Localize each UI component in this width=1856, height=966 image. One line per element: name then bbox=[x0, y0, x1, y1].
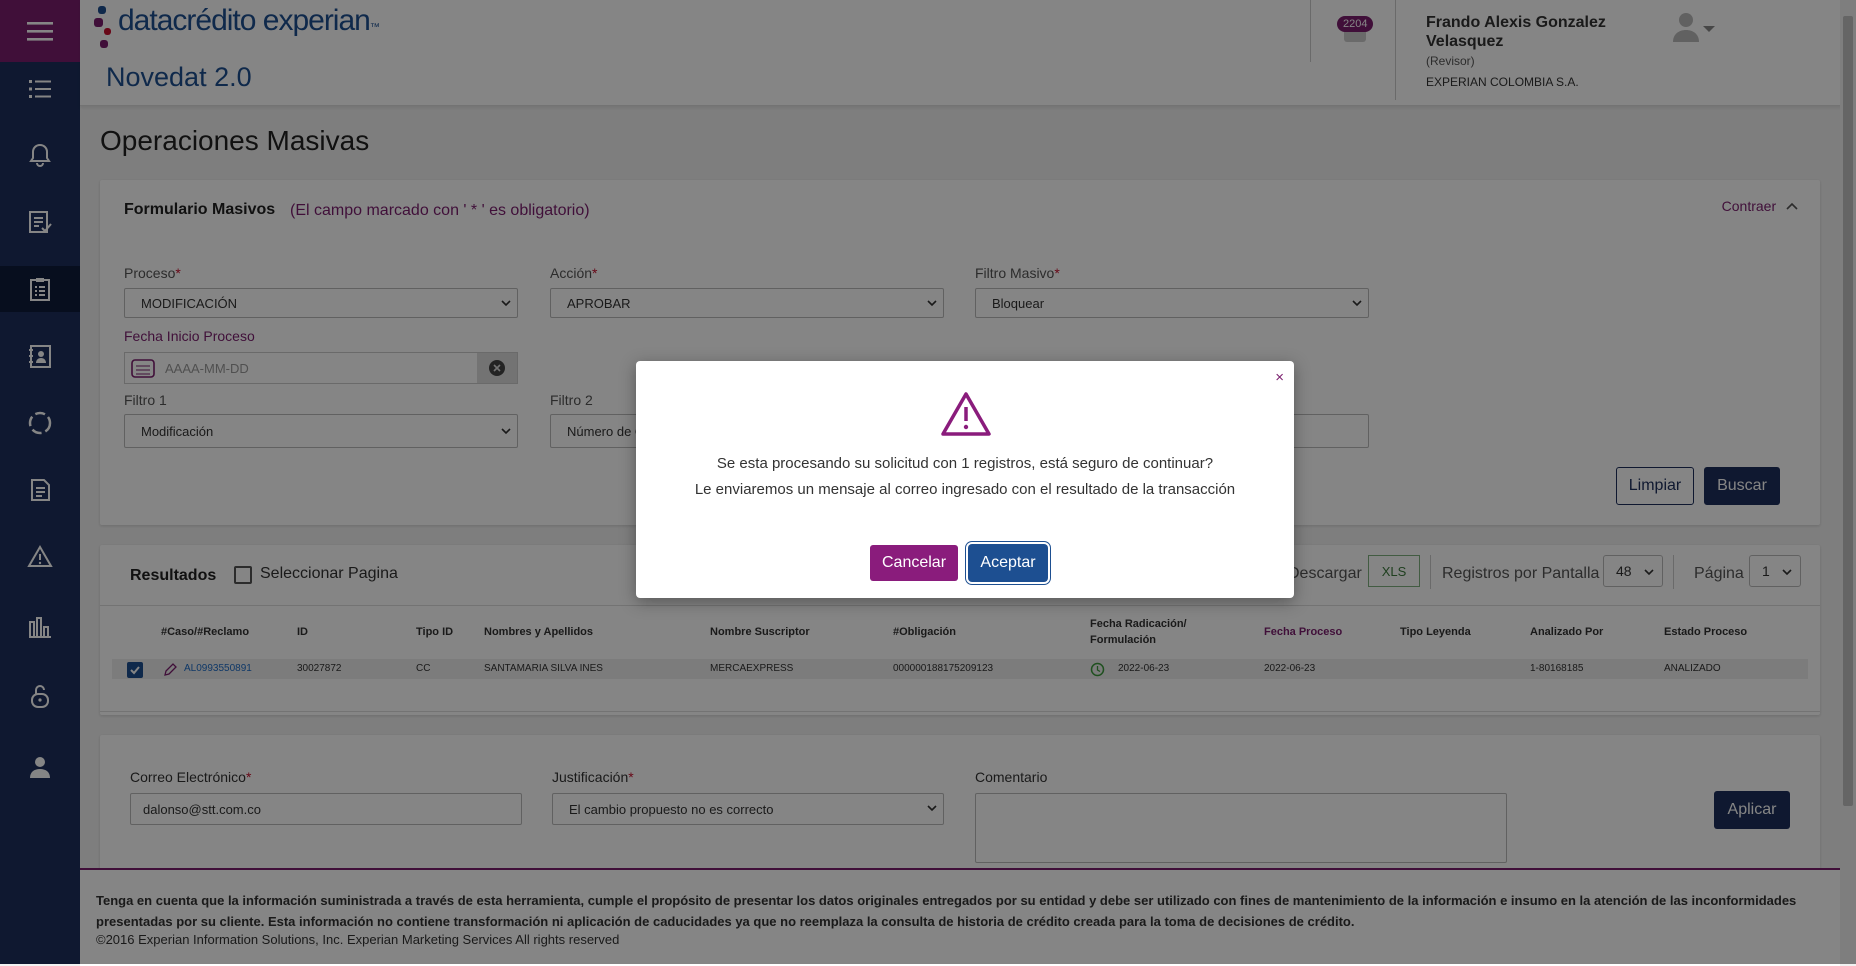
close-icon[interactable]: × bbox=[1275, 369, 1284, 386]
warning-icon bbox=[941, 392, 991, 436]
cancel-button[interactable]: Cancelar bbox=[870, 545, 958, 581]
dialog-message-line1: Se esta procesando su solicitud con 1 re… bbox=[716, 455, 1214, 472]
accept-button[interactable]: Aceptar bbox=[968, 544, 1048, 582]
dialog-message-line2: Le enviaremos un mensaje al correo ingre… bbox=[694, 481, 1236, 498]
confirmation-dialog: × Se esta procesando su solicitud con 1 … bbox=[636, 361, 1294, 598]
